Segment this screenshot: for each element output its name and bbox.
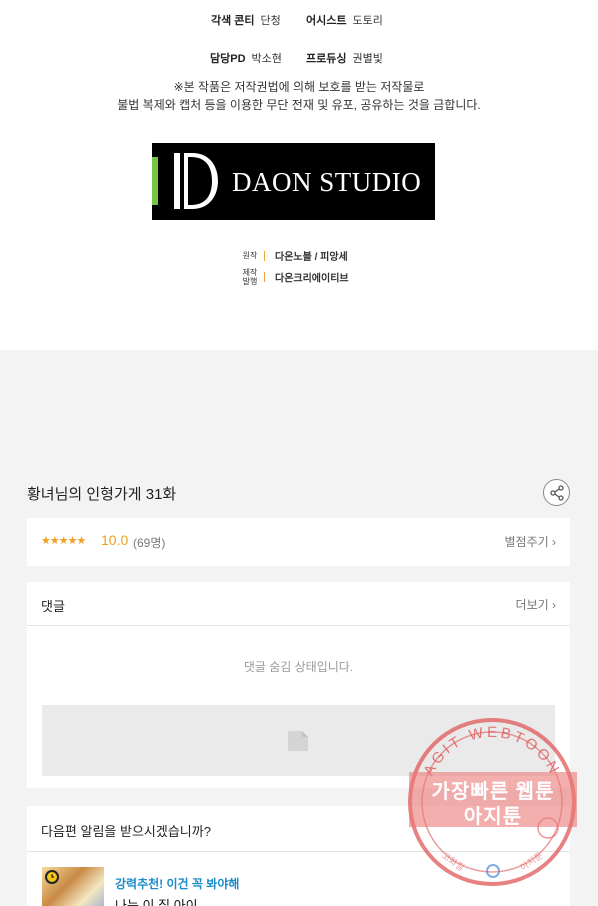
original-value: 다온노블 / 피앙세 xyxy=(275,252,348,263)
comments-header: 댓글 더보기 › xyxy=(27,582,570,626)
clock-icon xyxy=(45,870,59,884)
production-value: 다온크리에이티브 xyxy=(275,273,349,285)
credit-pd: 담당PD 박소현 xyxy=(210,50,282,66)
recommend-thumbnail[interactable] xyxy=(42,867,104,906)
copyright-notice: ※본 작품은 저작권법에 의해 보호를 받는 저작물로 불법 복제와 캡처 등을… xyxy=(0,78,598,114)
credit-label: 프로듀싱 xyxy=(306,53,347,65)
credit-label: 각색 콘티 xyxy=(211,15,255,27)
divider xyxy=(264,250,265,261)
credit-assist: 어시스트 도토리 xyxy=(306,12,383,28)
share-icon xyxy=(550,485,564,501)
studio-logo: DAON STUDIO xyxy=(152,143,435,220)
comments-hidden-notice: 댓글 숨김 상태입니다. xyxy=(243,660,354,674)
recommend-title[interactable]: 나는 이 집 아이 xyxy=(115,895,198,906)
recommend-label[interactable]: 강력추천! 이건 꼭 봐야해 xyxy=(115,875,239,892)
rating-score: 10.0 xyxy=(101,532,129,548)
credits-section: 각색 콘티 단청 어시스트 도토리 담당PD 박소현 프로듀싱 권별빛 ※본 작품은 저… xyxy=(0,0,598,350)
rating-count: (69명) xyxy=(133,536,166,550)
logo-mark-icon xyxy=(174,153,218,209)
credit-producing: 프로듀싱 권별빛 xyxy=(306,50,383,66)
production-label: 제작 발행 xyxy=(242,268,258,286)
notify-title: 다음편 알림을 받으시겠습니까? xyxy=(41,824,211,839)
logo-accent-bar xyxy=(152,157,158,205)
notice-line: ※본 작품은 저작권법에 의해 보호를 받는 저작물로 xyxy=(173,80,425,94)
credit-value: 단청 xyxy=(260,15,281,27)
original-label: 원작 xyxy=(242,251,258,260)
credit-value: 권별빛 xyxy=(352,53,383,65)
share-button[interactable] xyxy=(543,479,570,506)
comments-title: 댓글 xyxy=(41,599,65,614)
episode-title: 황녀님의 인형가게 31화 xyxy=(27,486,177,503)
comments-more-button[interactable]: 더보기 › xyxy=(516,596,556,613)
credit-lettering: 각색 콘티 단청 xyxy=(211,12,281,28)
star-rating: ★★★★★ xyxy=(41,535,86,547)
credit-value: 박소현 xyxy=(251,53,282,65)
notice-line: 불법 복제와 캡처 등을 이용한 무단 전재 및 유포, 공유하는 것을 금합니… xyxy=(117,98,481,112)
rate-button[interactable]: 별점주기 › xyxy=(505,533,557,550)
original-credit: 원작 다온노블 / 피앙세 xyxy=(240,248,348,263)
logo-text: DAON STUDIO xyxy=(232,167,422,197)
svg-text:AGIT WEBTOON: AGIT WEBTOON xyxy=(420,724,563,779)
credit-label: 담당PD xyxy=(210,53,246,65)
production-credit: 제작 발행 다온크리에이티브 xyxy=(240,268,349,286)
rating-card: ★★★★★ 10.0 (69명) 별점주기 › xyxy=(27,518,570,566)
watermark-line2: 아지툰 xyxy=(463,806,523,828)
credit-value: 도토리 xyxy=(352,15,383,27)
credit-label: 어시스트 xyxy=(306,15,347,27)
divider xyxy=(264,272,265,282)
watermark-arc-text: AGIT WEBTOON xyxy=(420,724,560,779)
image-placeholder-icon xyxy=(288,731,308,751)
